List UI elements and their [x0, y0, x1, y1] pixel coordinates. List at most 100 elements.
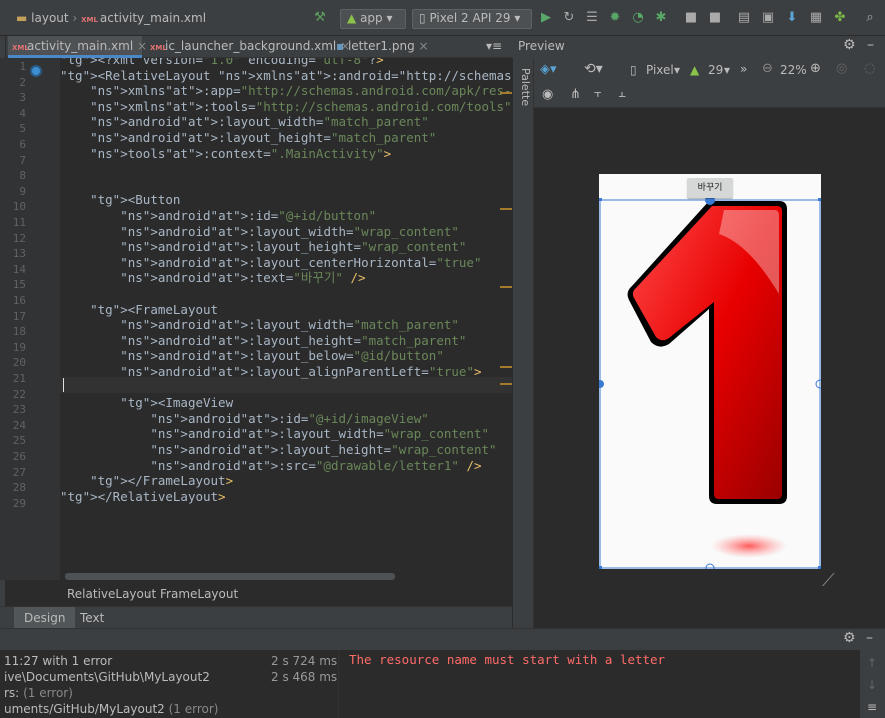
magnet-icon[interactable]: ⋔	[570, 87, 581, 102]
code-line[interactable]: "ns">android"at">:layout_width="match_pa…	[60, 317, 459, 333]
tab-overflow-icon[interactable]: ▾≡	[486, 39, 502, 53]
device-dropdown[interactable]: ▯ Pixel 2 API 29 ▾	[412, 9, 532, 29]
close-icon[interactable]: ×	[419, 39, 429, 53]
align-vertical-icon[interactable]: ⫠	[618, 86, 626, 101]
build-row[interactable]: ive\Documents\GitHub\MyLayout2	[4, 670, 210, 684]
code-line[interactable]: "ns">android"at">:src="@drawable/letter1…	[60, 458, 481, 474]
build-row[interactable]: uments/GitHub/MyLayout2 (1 error)	[4, 702, 219, 716]
letter1-image[interactable]	[599, 174, 821, 569]
code-line[interactable]: "ns">android"at">:layout_height="match_p…	[60, 130, 436, 146]
device-screen[interactable]	[599, 174, 821, 569]
avd-manager-icon[interactable]: ▣	[760, 10, 776, 26]
code-line[interactable]: "ns">android"at">:layout_below="@id/butt…	[60, 348, 444, 364]
build-time: 2 s 468 ms	[271, 670, 338, 684]
tab-ic-launcher-background[interactable]: XMLic_launcher_background.xml ×	[146, 36, 350, 58]
warning-stripe	[500, 366, 512, 368]
minimize-icon[interactable]: –	[866, 630, 873, 646]
tab-label: ic_launcher_background.xml	[165, 39, 337, 53]
chevron-down-icon: ▾	[514, 11, 521, 25]
arrow-down-icon[interactable]: ↓	[867, 678, 877, 692]
profile-icon[interactable]: ◔	[630, 10, 646, 26]
code-line[interactable]: "ns">android"at">:text="바꾸기" />	[60, 270, 365, 286]
stop-all-icon[interactable]: ■	[707, 10, 723, 26]
run-config-dropdown[interactable]: ▲ app ▾	[340, 9, 406, 29]
resize-handle-icon[interactable]: ⟋	[822, 570, 835, 591]
layers-icon[interactable]: ◈▾	[540, 62, 557, 77]
run-icon[interactable]: ▶	[538, 10, 554, 26]
line-number: 4	[19, 106, 26, 120]
code-line[interactable]: "tg"><RelativeLayout "ns">xmlns"at">:and…	[60, 68, 512, 84]
line-number: 1	[19, 60, 26, 73]
phone-icon: ▯	[630, 63, 637, 77]
attach-debugger-icon[interactable]: ✱	[653, 10, 669, 26]
refresh-icon[interactable]: ◌	[864, 61, 875, 76]
zoom-in-icon[interactable]: ⊕	[810, 61, 821, 76]
debug-icon[interactable]: ✹	[607, 10, 623, 26]
eye-icon[interactable]: ◉	[542, 87, 553, 102]
build-row[interactable]: 11:27 with 1 error	[4, 654, 112, 668]
code-line[interactable]: "ns">android"at">:layout_width="match_pa…	[60, 114, 429, 130]
gear-icon[interactable]: ⚙	[843, 630, 856, 646]
crumb-framelayout[interactable]: FrameLayout	[160, 587, 238, 601]
code-line[interactable]: "ns">android"at">:layout_width="wrap_con…	[60, 224, 459, 240]
code-line[interactable]: "tg"><ImageView	[60, 395, 233, 411]
orientation-icon[interactable]: ⟲▾	[584, 61, 603, 77]
android-icon: ▲	[347, 11, 357, 25]
tab-activity-main[interactable]: XMLactivity_main.xml ×	[8, 36, 147, 58]
minimize-icon[interactable]: –	[867, 37, 874, 53]
sync-project-icon[interactable]: ▤	[736, 10, 752, 26]
sdk-manager-icon[interactable]: ⬇	[784, 10, 800, 26]
breadcrumb-file[interactable]: activity_main.xml	[100, 11, 206, 25]
align-horizontal-icon[interactable]: ⫟	[594, 86, 602, 101]
wrap-icon[interactable]: ≡	[867, 700, 877, 714]
tab-letter1[interactable]: ▪ letter1.png ×	[332, 36, 437, 58]
code-line[interactable]: "ns">android"at">:layout_centerHorizonta…	[60, 255, 481, 271]
code-line[interactable]: "tg"><Button	[60, 192, 180, 208]
code-line[interactable]: "ns">android"at">:layout_width="wrap_con…	[60, 426, 489, 442]
apply-code-icon[interactable]: ☰	[584, 10, 600, 26]
line-number: 12	[12, 231, 26, 245]
code-line[interactable]: "ns">android"at">:layout_height="wrap_co…	[60, 442, 496, 458]
horizontal-scrollbar[interactable]	[65, 573, 395, 580]
zoom-fit-icon[interactable]: ◎	[836, 61, 847, 76]
tab-design[interactable]: Design	[14, 607, 76, 629]
zoom-out-icon[interactable]: ⊖	[762, 61, 773, 76]
preview-device-dropdown[interactable]: Pixel	[646, 63, 674, 77]
crumb-relativelayout[interactable]: RelativeLayout	[67, 587, 156, 601]
preview-button[interactable]: 바꾸기	[687, 178, 733, 198]
code-line[interactable]: "tg"></RelativeLayout>	[60, 489, 226, 505]
layout-inspector-icon[interactable]: ▦	[808, 10, 824, 26]
gear-icon[interactable]: ⚙	[843, 37, 856, 53]
editor-gutter: 1 2 3 4 5 6 7 8 9 10 11 12 13 14 15 16 17 18 19 20 21 22 23 24 2…	[0, 58, 60, 580]
build-row[interactable]: rs: (1 error)	[4, 686, 73, 700]
code-line[interactable]: "tg"><FrameLayout	[60, 302, 218, 318]
tab-text[interactable]: Text	[70, 607, 114, 629]
overflow-icon[interactable]: »	[740, 62, 747, 76]
code-line[interactable]: "tg"></FrameLayout>	[60, 473, 233, 489]
code-line[interactable]: "ns">android"at">:id="@+id/button"	[60, 208, 376, 224]
arrow-up-icon[interactable]: ↑	[867, 656, 877, 670]
apply-changes-icon[interactable]: ↻	[561, 10, 577, 26]
code-line[interactable]: "ns">tools"at">:context=".MainActivity">	[60, 146, 391, 162]
code-line[interactable]: "ns">android"at">:layout_height="wrap_co…	[60, 239, 466, 255]
code-editor[interactable]: "tg"><?xml version="1.0" encoding="utf-8…	[60, 58, 512, 580]
build-hammer-icon[interactable]: ⚒	[312, 10, 328, 26]
line-number: 16	[12, 294, 26, 307]
api-level-dropdown[interactable]: 29	[708, 63, 723, 77]
code-line[interactable]: "ns">android"at">:layout_alignParentLeft…	[60, 364, 481, 380]
search-everywhere-icon[interactable]: ⌕	[862, 10, 878, 26]
line-number: 8	[19, 169, 26, 183]
line-number: 7	[19, 153, 26, 167]
code-line[interactable]: "ns">android"at">:layout_height="match_p…	[60, 333, 466, 349]
code-line[interactable]: "ns">xmlns"at">:tools="http://schemas.an…	[60, 99, 511, 115]
code-line[interactable]: "ns">android"at">:id="@+id/imageView"	[60, 411, 429, 427]
stop-icon[interactable]: ■	[683, 10, 699, 26]
class-marker-icon[interactable]	[30, 65, 42, 77]
code-line[interactable]: "ns">xmlns"at">:app="http://schemas.andr…	[60, 83, 512, 99]
palette-toggle[interactable]: Palette	[514, 68, 532, 128]
error-message[interactable]: The resource name must start with a lett…	[349, 652, 665, 667]
breadcrumb-layout[interactable]: layout	[31, 11, 68, 25]
code-line[interactable]: "tg"><?xml version="1.0" encoding="utf-8…	[60, 58, 384, 68]
line-number: 22	[12, 387, 26, 401]
android-robot-icon[interactable]: ✤	[832, 10, 848, 26]
